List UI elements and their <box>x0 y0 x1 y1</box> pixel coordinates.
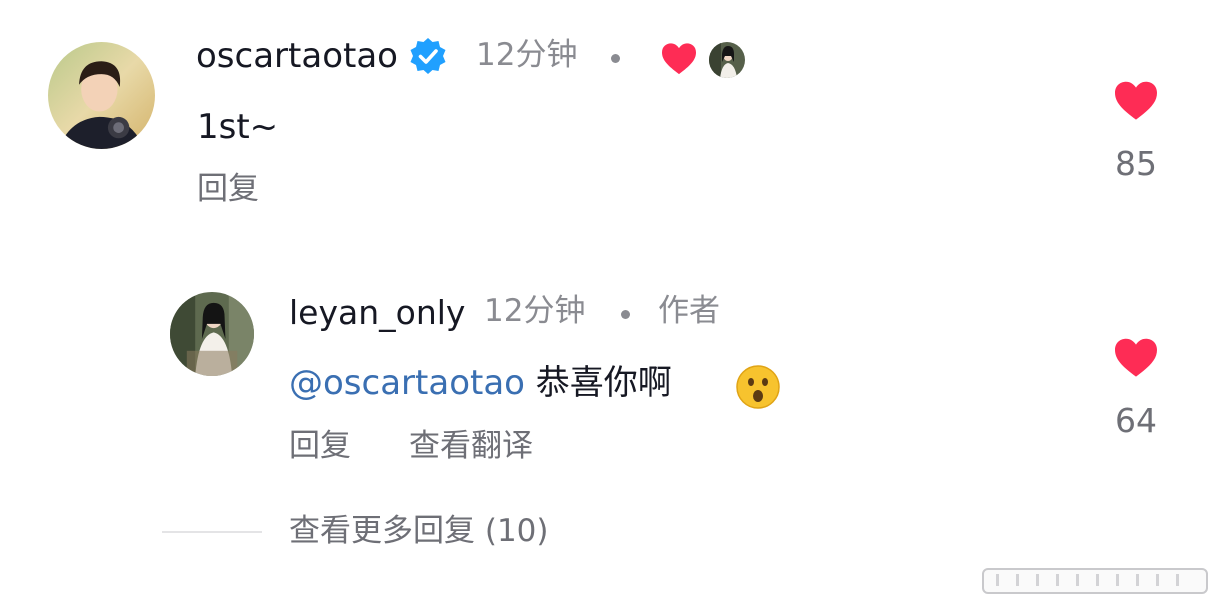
comment-time: 12分钟 <box>476 37 578 73</box>
reply-like-count: 64 <box>1115 401 1157 440</box>
reply-like-button[interactable] <box>1112 337 1160 379</box>
avatar-image <box>48 42 155 149</box>
heart-icon <box>1115 81 1157 120</box>
reply-button[interactable]: 回复 <box>289 431 351 462</box>
comment-thread: oscartaotao 12分钟 1st~ 回复 85 leyan_only 1… <box>0 0 1220 606</box>
view-more-divider <box>162 531 262 533</box>
author-tag: 作者 <box>658 293 720 329</box>
creator-mini-avatar-image <box>709 42 745 78</box>
like-count: 85 <box>1115 144 1157 183</box>
comment-text: 1st~ <box>197 107 279 147</box>
mention-link[interactable]: @oscartaotao <box>289 363 525 403</box>
horizontal-scrollbar[interactable] <box>982 566 1210 596</box>
creator-liked-heart-icon <box>660 42 698 76</box>
reply-time: 12分钟 <box>484 293 586 329</box>
separator-dot <box>621 310 630 319</box>
reply-button[interactable]: 回复 <box>197 174 259 205</box>
separator-dot <box>611 54 620 63</box>
commenter-avatar[interactable] <box>48 42 155 149</box>
creator-mini-avatar <box>709 42 745 78</box>
reply-avatar-image <box>170 292 254 376</box>
commenter-username[interactable]: oscartaotao <box>196 39 398 73</box>
view-more-replies-button[interactable]: 查看更多回复 (10) <box>289 516 549 547</box>
heart-icon <box>1115 338 1157 377</box>
scrollbar-segment-marks <box>996 574 1192 586</box>
verified-badge-icon <box>408 36 448 76</box>
reply-text: @oscartaotao 恭喜你啊 <box>289 366 672 400</box>
reply-message: 恭喜你啊 <box>535 363 672 403</box>
like-button[interactable] <box>1112 80 1160 122</box>
reply-author-avatar[interactable] <box>170 292 254 376</box>
surprised-face-emoji-icon <box>735 364 781 410</box>
translate-button[interactable]: 查看翻译 <box>409 431 533 462</box>
reply-username[interactable]: leyan_only <box>289 296 465 329</box>
